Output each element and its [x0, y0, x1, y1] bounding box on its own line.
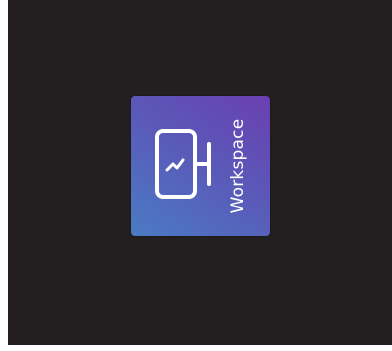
app-label: Workspace [228, 118, 248, 214]
app-background: Workspace [8, 0, 392, 345]
workspace-monitor-icon [155, 129, 211, 199]
screen: Workspace [0, 0, 392, 351]
workspace-app-tile[interactable]: Workspace [131, 96, 270, 236]
